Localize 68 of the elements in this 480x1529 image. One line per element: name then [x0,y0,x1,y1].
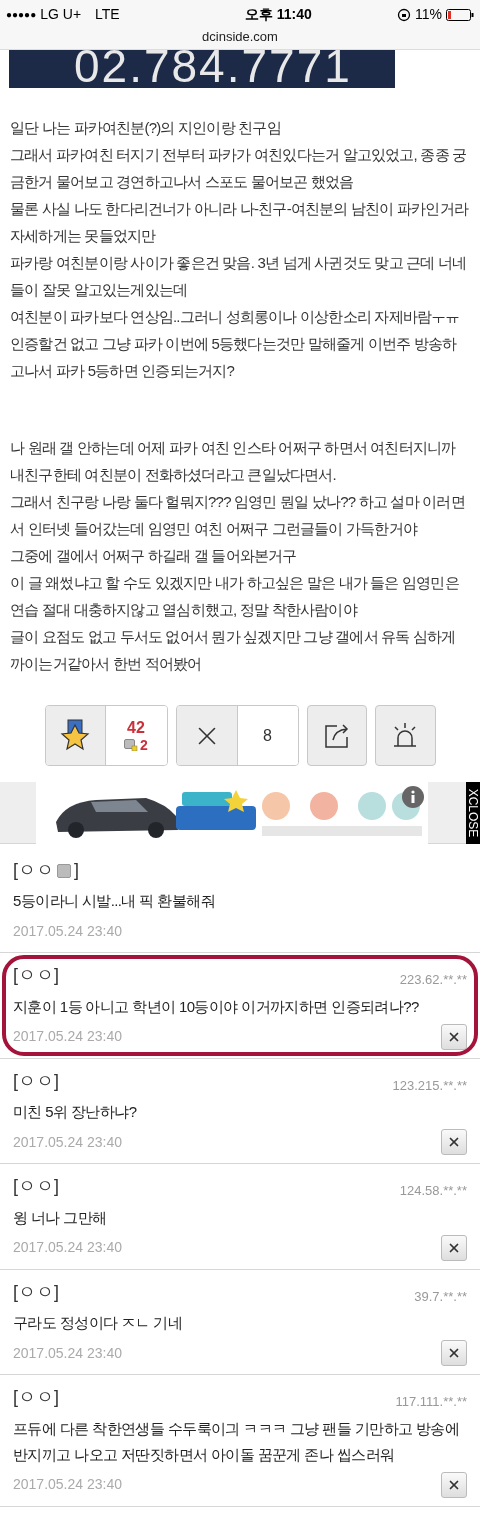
post-text: 물론 사실 나도 한다리건너가 아니라 나-친구-여친분의 남친이 파카인거라 자세하게는 못들었지만 [10,199,470,246]
comment-date: 2017.05.24 23:40 [13,1027,122,1046]
comment-text: 5등이라니 시발...내 픽 환불해줘 [13,891,216,911]
banner-phone-number: 02.784.7771 [74,50,352,88]
commenter-name-bracket: ] [54,1069,60,1093]
post-text: 나 원래 갤 안하는데 어제 파카 여친 인스타 어쩌구 하면서 여친터지니까 [10,438,457,458]
comment-text: 프듀에 다른 착한연생들 수두룩이긔 ㅋㅋㅋ 그냥 팬들 기만하고 방송에 반지끼고 나오고 저딴짓하면서 아이돌 꿈꾼게 존나 씹스러워 [13,1418,461,1465]
commenter-name: [ㅇㅇ [13,1280,54,1304]
post-text: 일단 나는 파카여친분(?)의 지인이랑 친구임 [10,118,282,138]
comment-text: 구라도 정성이다 ㅈㄴ 기네 [13,1313,184,1333]
ip-address: 117.111.**.** [395,1393,467,1411]
post-text: 파카랑 여친분이랑 사이가 좋은건 맞음. 3년 넘게 사귄것도 맞고 근데 너네들이 잘못 알고있는게있는데 [10,253,468,300]
share-button[interactable] [306,705,367,766]
post-text: 인증할건 없고 그냥 파카 이번에 5등했다는것만 말해줄게 이번주 방송하고나서 파카 5등하면 인증되는거지? [10,334,458,381]
commenter-name-bracket: ] [54,1175,60,1198]
battery-icon [446,8,474,21]
comment-text: 지훈이 1등 아니고 학년이 10등이야 이거까지하면 인증되려나?? [13,996,420,1017]
post-text: 내친구한테 여친분이 전화하셨더라고 큰일났다면서. [10,465,337,485]
comment-date: 2017.05.24 23:40 [13,921,122,941]
comment-date: 2017.05.24 23:40 [13,1238,122,1257]
ip-address: 223.62.**.** [399,971,467,989]
post-text: 이 글 왜썼냐고 할 수도 있겠지만 내가 하고싶은 말은 내가 들은 임영민은 연습 절대 대충하지않고 열심히했고, 정말 착한사람이야 [10,573,460,620]
info-icon[interactable] [402,785,424,808]
commenter-name-bracket: ] [54,1386,60,1409]
network-type: LTE [95,5,120,24]
commenter-name: [ㅇㅇ [13,1386,54,1409]
commenter-name-bracket: ] [74,859,80,882]
close-icon [447,1135,461,1149]
carrier-name: LG U+ [40,5,82,24]
delete-button[interactable] [441,1129,467,1155]
post-text: 그래서 파카여친 터지기 전부터 파카가 여친있다는거 알고있었고, 종종 궁금한거 물어보고 경연하고나서 스포도 물어보곤 했었음 [10,145,468,192]
delete-button[interactable] [441,1023,467,1050]
post-text: 여친분이 파카보다 연상임..그러니 성희롱이나 이상한소리 자제바람ㅜㅠ [10,307,461,327]
ip-address: 124.58.**.** [399,1182,467,1200]
downvote-count: 8 [263,725,272,746]
comment-text: 윙 너나 그만해 [13,1207,108,1228]
recommend-button[interactable] [45,706,106,765]
post-text: 그래서 친구랑 나랑 둘다 헐뭐지??? 임영민 뭔일 났나?? 하고 설마 이러면서 인터넷 들어갔는데 임영민 여친 어쩌구 그런글들이 가득한거야 [10,492,466,539]
rotation-lock-icon [397,7,411,22]
comment-date: 2017.05.24 23:40 [13,1132,122,1152]
delete-button[interactable] [441,1234,467,1261]
mobile-vote-icon [124,738,139,751]
downvote-button[interactable] [176,706,238,765]
post-text: 글이 요점도 없고 두서도 없어서 뭔가 싶겠지만 그냥 갤에서 유독 심하게 까이는거같아서 한번 적어봤어 [10,627,457,674]
share-icon [322,721,351,750]
report-button[interactable] [374,705,436,766]
commenter-name: [ㅇㅇ [13,859,54,882]
ip-address: 123.215.**.** [392,1076,467,1095]
post-text: 그중에 갤에서 어쩌구 하길래 갤 들어와본거구 [10,546,298,566]
commenter-name-bracket: ] [54,964,60,987]
address-url[interactable]: dcinside.com [6,27,474,47]
comment-date: 2017.05.24 23:40 [13,1475,122,1494]
signal-strength: ●●●●● [6,8,37,22]
recommend-count: 42 [127,718,145,737]
commenter-name: [ㅇㅇ [13,1175,54,1198]
commenter-name: [ㅇㅇ [13,964,54,987]
commenter-name-bracket: ] [54,1280,60,1304]
comment-text: 미친 5위 장난하냐? [13,1102,138,1122]
close-icon [447,1346,461,1360]
battery-percent: 11% [415,5,442,24]
delete-button[interactable] [441,1340,467,1366]
delete-button[interactable] [441,1471,467,1498]
commenter-name: [ㅇㅇ [13,1069,54,1093]
clock-time: 오후 11:40 [244,5,312,24]
fixed-recommend-count: 2 [140,736,148,753]
ip-address: 39.7.**.** [414,1287,467,1306]
star-icon [59,718,91,753]
comment-date: 2017.05.24 23:40 [13,1343,122,1363]
